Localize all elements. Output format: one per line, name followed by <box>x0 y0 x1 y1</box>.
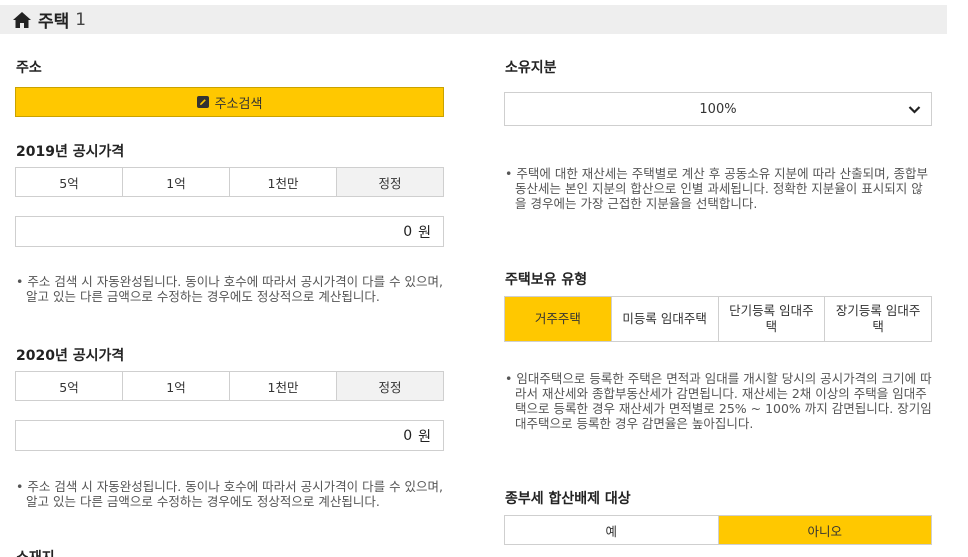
price-2019-input[interactable]: 0 원 <box>15 216 444 247</box>
section-header: 주택 1 <box>0 5 947 34</box>
price-2020-quick-buttons: 5억 1억 1천만 정정 <box>15 371 444 401</box>
ownership-selected-value: 100% <box>699 101 737 117</box>
ownership-note: • 주택에 대한 재산세는 주택별로 계산 후 공동소유 지분에 따라 산출되며… <box>505 166 929 211</box>
housing-type-residential[interactable]: 거주주택 <box>505 297 612 341</box>
price-2019-add-500m-button[interactable]: 5억 <box>16 168 123 196</box>
exclusion-yes-button[interactable]: 예 <box>505 516 719 544</box>
exclusion-options: 예 아니오 <box>504 515 932 545</box>
price-2020-unit: 원 <box>418 428 431 445</box>
price-2020-add-100m-button[interactable]: 1억 <box>123 372 230 400</box>
price-2020-label: 2020년 공시가격 <box>16 348 125 364</box>
price-2019-note: • 주소 검색 시 자동완성됩니다. 동이나 호수에 따라서 공시가격이 다를 … <box>16 274 444 304</box>
price-2020-reset-button[interactable]: 정정 <box>337 372 443 400</box>
housing-type-note: • 임대주택으로 등록한 주택은 면적과 임대를 개시할 당시의 공시가격의 크… <box>505 371 932 431</box>
exclusion-label: 종부세 합산배제 대상 <box>505 491 631 507</box>
location-label: 소재지 <box>16 547 55 557</box>
housing-type-label: 주택보유 유형 <box>505 272 588 288</box>
housing-type-short-term-rental[interactable]: 단기등록 임대주택 <box>718 297 826 341</box>
section-title: 주택 <box>38 12 70 32</box>
price-2020-input[interactable]: 0 원 <box>15 420 444 451</box>
address-search-button[interactable]: 주소검색 <box>15 87 444 117</box>
price-2019-label: 2019년 공시가격 <box>16 144 125 160</box>
housing-type-options: 거주주택 미등록 임대주택 단기등록 임대주택 장기등록 임대주택 <box>504 296 932 342</box>
price-2019-value: 0 <box>403 223 413 240</box>
housing-type-long-term-rental[interactable]: 장기등록 임대주택 <box>825 297 931 341</box>
price-2020-add-10m-button[interactable]: 1천만 <box>230 372 337 400</box>
address-label: 주소 <box>16 60 42 76</box>
chevron-down-icon <box>908 106 921 114</box>
price-2020-value: 0 <box>403 427 413 444</box>
housing-type-unregistered-rental[interactable]: 미등록 임대주택 <box>611 297 719 341</box>
price-2019-unit: 원 <box>418 224 431 241</box>
price-2019-add-100m-button[interactable]: 1억 <box>123 168 230 196</box>
price-2019-add-10m-button[interactable]: 1천만 <box>230 168 337 196</box>
section-number: 1 <box>75 9 87 30</box>
address-search-label: 주소검색 <box>214 96 263 112</box>
edit-icon <box>196 96 209 108</box>
price-2020-add-500m-button[interactable]: 5억 <box>16 372 123 400</box>
exclusion-no-button[interactable]: 아니오 <box>718 516 931 544</box>
price-2019-reset-button[interactable]: 정정 <box>337 168 443 196</box>
home-icon <box>13 11 31 28</box>
price-2020-note: • 주소 검색 시 자동완성됩니다. 동이나 호수에 따라서 공시가격이 다를 … <box>16 479 444 509</box>
ownership-label: 소유지분 <box>505 60 557 76</box>
ownership-select[interactable]: 100% <box>504 92 932 126</box>
price-2019-quick-buttons: 5억 1억 1천만 정정 <box>15 167 444 197</box>
